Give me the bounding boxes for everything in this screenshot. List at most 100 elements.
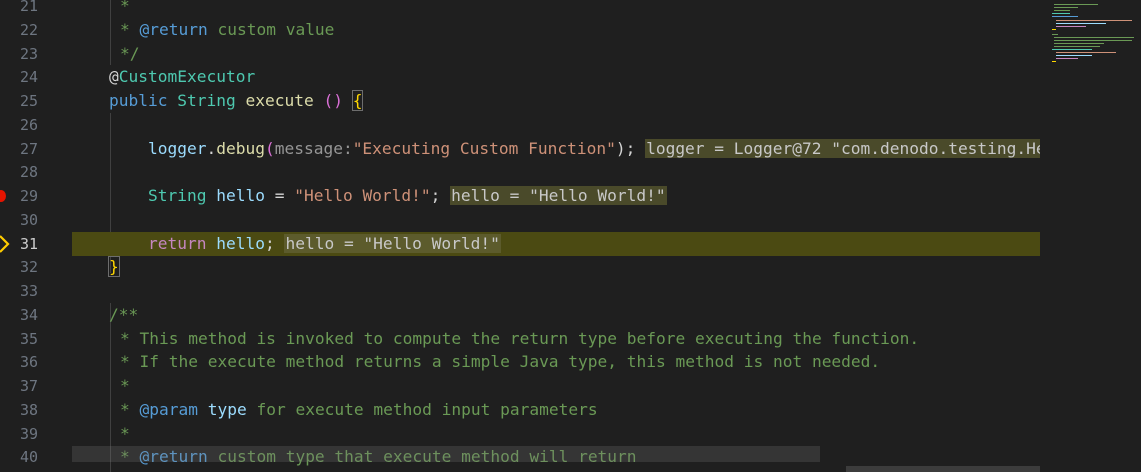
code-line-23[interactable]: */ (72, 42, 1040, 66)
line-number: 24 (19, 68, 38, 86)
line-number: 37 (19, 377, 38, 395)
string-literal: "Hello World!" (294, 186, 431, 205)
semicolon: ; (430, 186, 441, 205)
annotation-name: CustomExecutor (118, 67, 256, 86)
line-number: 27 (19, 140, 38, 158)
dot: . (206, 139, 217, 158)
string-literal: "Executing Custom Function" (352, 139, 616, 158)
comment-start: /** (109, 305, 139, 324)
comment-rest: for execute method input parameters (246, 400, 598, 419)
minimap-line (1054, 10, 1070, 11)
line-number: 38 (19, 401, 38, 419)
semicolon: ; (264, 234, 275, 253)
code-line-25[interactable]: public String execute () { (72, 89, 1040, 113)
minimap-line (1056, 23, 1106, 24)
code-line-27[interactable]: logger.debug(message:"Executing Custom F… (72, 137, 1040, 161)
code-line-38[interactable]: * @param type for execute method input p… (72, 398, 1040, 422)
code-line-32[interactable]: } (72, 255, 1040, 279)
comment-text: * This method is invoked to compute the … (120, 329, 920, 348)
line-number: 22 (19, 21, 38, 39)
line-number: 26 (19, 116, 38, 134)
paren-open: ( (264, 139, 275, 158)
code-line-21[interactable]: * (72, 0, 1040, 18)
statement: String hello = "Hello World!"; hello = "… (148, 184, 667, 208)
statement: } (108, 255, 120, 279)
javadoc-tag: @return (139, 20, 208, 39)
minimap-line (1056, 55, 1092, 56)
minimap-line (1052, 49, 1092, 50)
annotation-at: @ (109, 67, 119, 86)
minimap-line (1054, 43, 1104, 44)
line-number: 40 (19, 448, 38, 466)
debug-arrow-icon (0, 235, 10, 253)
brace-close: } (108, 256, 120, 277)
identifier: hello (216, 234, 265, 253)
minimap-line (1054, 4, 1098, 5)
parameter-hint: message: (274, 139, 353, 158)
debug-inline-value[interactable]: hello = "Hello World!" (284, 234, 501, 253)
minimap-line (1052, 29, 1056, 30)
paren-close: ) (333, 91, 343, 110)
line-number: 39 (19, 425, 38, 443)
line-number: 21 (19, 0, 38, 15)
comment-rest: custom value (207, 20, 335, 39)
javadoc-tag: @param (139, 400, 198, 419)
keyword: return (148, 234, 207, 253)
keyword: public (109, 91, 168, 110)
method-signature: public String execute () { (109, 89, 364, 113)
debug-inline-value[interactable]: hello = "Hello World!" (450, 186, 667, 205)
minimap-line (1054, 46, 1100, 47)
panel-resize-handle[interactable] (846, 466, 1056, 472)
minimap-line (1054, 40, 1132, 41)
minimap-line (1052, 34, 1058, 35)
operator: = (264, 186, 295, 205)
minimap-line (1054, 37, 1134, 38)
debug-inline-value[interactable]: logger = Logger@72 "com.denodo.testing.H… (645, 139, 1040, 158)
annotation: @CustomExecutor (109, 65, 255, 89)
code-line-37[interactable]: * (72, 374, 1040, 398)
comment-text: * (120, 376, 130, 395)
comment-text: * @param type for execute method input p… (120, 398, 598, 422)
statement: logger.debug(message:"Executing Custom F… (148, 137, 1040, 161)
minimap-line (1056, 52, 1116, 53)
paren-open: ( (323, 91, 334, 110)
minimap-line (1054, 7, 1078, 8)
param-name: type (207, 400, 247, 419)
code-line-35[interactable]: * This method is invoked to compute the … (72, 327, 1040, 351)
type-name: String (177, 91, 236, 110)
minimap-line (1056, 58, 1078, 59)
editor-gutter[interactable]: 21 22 23 24 25 26 27 28 29 30 31 32 33 3… (0, 0, 72, 472)
method-name: execute (245, 91, 314, 110)
code-line-31-current[interactable]: return hello; hello = "Hello World!" (72, 232, 1040, 256)
code-editor[interactable]: * * @return custom value */ @CustomExecu… (72, 0, 1040, 472)
code-line-36[interactable]: * If the execute method returns a simple… (72, 350, 1040, 374)
line-number: 28 (19, 163, 38, 181)
horizontal-scrollbar[interactable] (72, 446, 820, 462)
code-line-29[interactable]: String hello = "Hello World!"; hello = "… (72, 184, 1040, 208)
minimap-line (1052, 16, 1078, 17)
comment-text: * @return custom value (120, 18, 334, 42)
comment-star: * (120, 20, 140, 39)
code-line-39[interactable]: * (72, 422, 1040, 446)
brace-open: { (351, 90, 364, 111)
line-number: 35 (19, 330, 38, 348)
line-number: 36 (19, 353, 38, 371)
type-name: String (148, 186, 207, 205)
minimap-line (1056, 26, 1086, 27)
line-number: 32 (19, 258, 38, 276)
comment-text: * (120, 0, 130, 15)
line-number: 23 (19, 45, 38, 63)
identifier: logger (148, 139, 207, 158)
line-number: 30 (19, 211, 38, 229)
minimap-line (1052, 61, 1056, 62)
minimap[interactable] (1040, 0, 1141, 472)
line-number: 34 (19, 306, 38, 324)
minimap-line (1056, 20, 1132, 21)
comment-end: */ (120, 44, 140, 63)
identifier: hello (216, 186, 265, 205)
code-line-24[interactable]: @CustomExecutor (72, 65, 1040, 89)
code-line-34[interactable]: /** (72, 303, 1040, 327)
comment-text: * (120, 424, 130, 443)
code-line-22[interactable]: * @return custom value (72, 18, 1040, 42)
statement: return hello; hello = "Hello World!" (148, 232, 501, 256)
